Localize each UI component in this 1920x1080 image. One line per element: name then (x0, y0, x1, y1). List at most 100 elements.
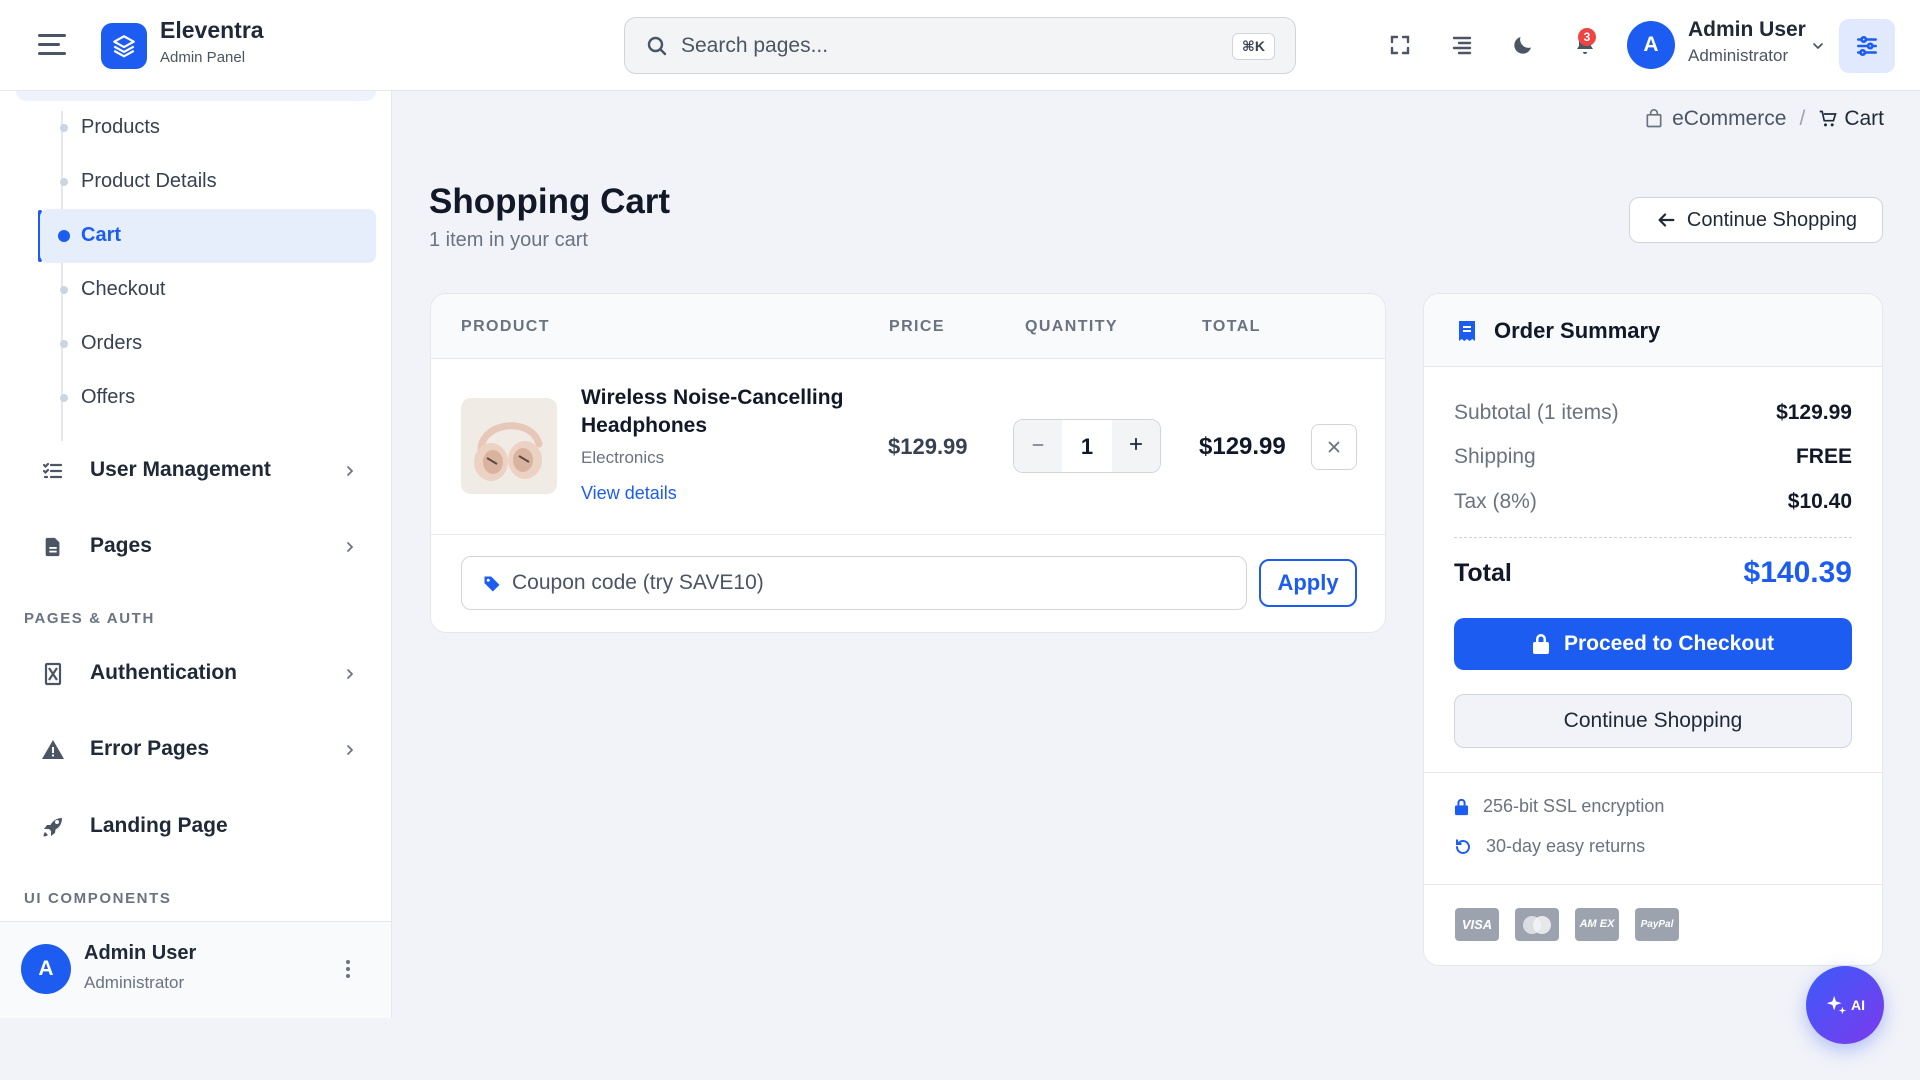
trust-label: 30-day easy returns (1486, 836, 1646, 856)
notification-badge: 3 (1578, 28, 1596, 46)
divider (431, 534, 1385, 535)
sidebar-item-error-pages[interactable]: Error Pages (24, 720, 376, 780)
page-title: Shopping Cart (429, 182, 671, 221)
column-header-price: PRICE (889, 318, 945, 335)
sidebar-subitem-offers[interactable]: Offers (40, 371, 376, 425)
sidebar-subitem-products[interactable]: Products (40, 101, 376, 155)
ai-label: AI (1851, 997, 1865, 1013)
column-header-total: TOTAL (1202, 318, 1261, 335)
sidebar-item-authentication[interactable]: Authentication (24, 644, 376, 704)
summary-value: $10.40 (1787, 490, 1852, 513)
trust-ssl: 256-bit SSL encryption (1454, 796, 1664, 817)
tag-icon (482, 574, 502, 599)
avatar: A (21, 944, 71, 994)
user-menu-chevron-down-icon[interactable] (1810, 38, 1826, 59)
apply-coupon-button[interactable]: Apply (1259, 559, 1357, 607)
search-icon (645, 34, 669, 63)
sidebar-item-label: User Management (90, 458, 271, 481)
sidebar-user-card[interactable]: A Admin User Administrator (0, 921, 391, 1018)
sidebar-subitem-checkout[interactable]: Checkout (40, 263, 376, 317)
settings-sliders-button[interactable] (1839, 19, 1895, 73)
checkout-label: Proceed to Checkout (1563, 632, 1775, 655)
cart-table-header: PRODUCT PRICE QUANTITY TOTAL (431, 294, 1385, 359)
total-value: $140.39 (1743, 556, 1852, 589)
dark-mode-moon-icon[interactable] (1507, 29, 1539, 61)
bag-icon (1644, 109, 1664, 129)
search-bar[interactable]: ⌘K (624, 17, 1296, 74)
menu-toggle-icon[interactable] (38, 34, 66, 56)
ai-assistant-button[interactable]: AI (1806, 966, 1884, 1044)
continue-shopping-button[interactable]: Continue Shopping (1629, 197, 1883, 243)
product-total: $129.99 (1199, 433, 1286, 460)
view-details-link[interactable]: View details (581, 483, 677, 504)
summary-label: Tax (8%) (1454, 490, 1537, 513)
chevron-right-icon (342, 666, 358, 687)
sidebar-subitem-label: Checkout (81, 278, 166, 300)
sidebar-item-pages[interactable]: Pages (24, 517, 376, 577)
lock-icon (1454, 798, 1469, 816)
more-vertical-icon[interactable] (344, 960, 352, 982)
bullet-dot (60, 394, 68, 402)
receipt-icon (1458, 320, 1476, 347)
mastercard-icon (1515, 908, 1559, 941)
product-category: Electronics (581, 448, 665, 467)
divider (1424, 884, 1882, 885)
header-user-name[interactable]: Admin User (1688, 18, 1806, 42)
sidebar-subitem-label: Offers (81, 386, 136, 408)
bullet-dot (60, 286, 68, 294)
sidebar-subitem-label: Product Details (81, 170, 217, 192)
breadcrumb-parent-link[interactable]: eCommerce (1672, 107, 1786, 131)
summary-value: $129.99 (1776, 401, 1852, 424)
file-icon (40, 534, 66, 560)
coupon-input[interactable] (512, 568, 1212, 598)
sliders-icon (1857, 36, 1877, 56)
sidebar: Products Product Details Cart Checkout O… (0, 91, 392, 1018)
header-avatar[interactable]: A (1627, 21, 1675, 69)
column-header-product: PRODUCT (461, 318, 550, 335)
sparkle-icon (1825, 994, 1847, 1016)
paypal-icon: PayPal (1635, 908, 1679, 941)
product-price: $129.99 (888, 434, 968, 459)
sidebar-subitem-product-details[interactable]: Product Details (40, 155, 376, 209)
brand-logo-icon (101, 23, 147, 69)
sidebar-subitem-label: Products (81, 116, 160, 138)
page-subtitle: 1 item in your cart (429, 229, 588, 251)
sidebar-item-label: Error Pages (90, 737, 210, 760)
coupon-field[interactable] (461, 556, 1247, 610)
hourglass-icon (40, 661, 66, 687)
bullet-dot (60, 340, 68, 348)
summary-label: Shipping (1454, 445, 1536, 468)
decrease-quantity-button[interactable] (1014, 420, 1062, 472)
remove-item-button[interactable] (1311, 424, 1357, 470)
chevron-right-icon (342, 742, 358, 763)
sidebar-user-role: Administrator (84, 973, 185, 992)
fullscreen-icon[interactable] (1384, 29, 1416, 61)
align-right-icon[interactable] (1446, 29, 1478, 61)
sidebar-subitem-cart[interactable]: Cart (40, 209, 376, 263)
summary-label: Subtotal (1 items) (1454, 401, 1619, 424)
sidebar-item-label: Authentication (90, 661, 237, 684)
continue-shopping-summary-button[interactable]: Continue Shopping (1454, 694, 1852, 748)
order-summary-header: Order Summary (1424, 294, 1882, 367)
sidebar-item-landing-page[interactable]: Landing Page (24, 797, 376, 857)
sidebar-item-user-management[interactable]: User Management (24, 441, 376, 501)
increase-quantity-button[interactable] (1112, 420, 1160, 472)
bullet-dot (60, 124, 68, 132)
search-input[interactable] (681, 30, 1181, 62)
top-header: Eleventra Admin Panel ⌘K 3 A Admin User … (0, 0, 1920, 91)
minus-icon (1032, 444, 1044, 446)
order-summary-title: Order Summary (1494, 318, 1661, 343)
order-summary-card: Order Summary Subtotal (1 items) $129.99… (1423, 293, 1883, 966)
sidebar-user-name: Admin User (84, 942, 197, 964)
sidebar-subitem-orders[interactable]: Orders (40, 317, 376, 371)
breadcrumb-separator: / (1799, 107, 1806, 130)
product-thumbnail[interactable] (461, 398, 557, 494)
breadcrumb: eCommerce / Cart (1644, 107, 1884, 131)
section-label-pages-auth: PAGES & AUTH (24, 610, 155, 627)
rotate-icon (1454, 838, 1472, 856)
proceed-to-checkout-button[interactable]: Proceed to Checkout (1454, 618, 1852, 670)
close-icon (1328, 441, 1340, 453)
cart-icon (1818, 109, 1838, 129)
quantity-value[interactable]: 1 (1062, 434, 1112, 460)
summary-value: FREE (1795, 445, 1852, 468)
